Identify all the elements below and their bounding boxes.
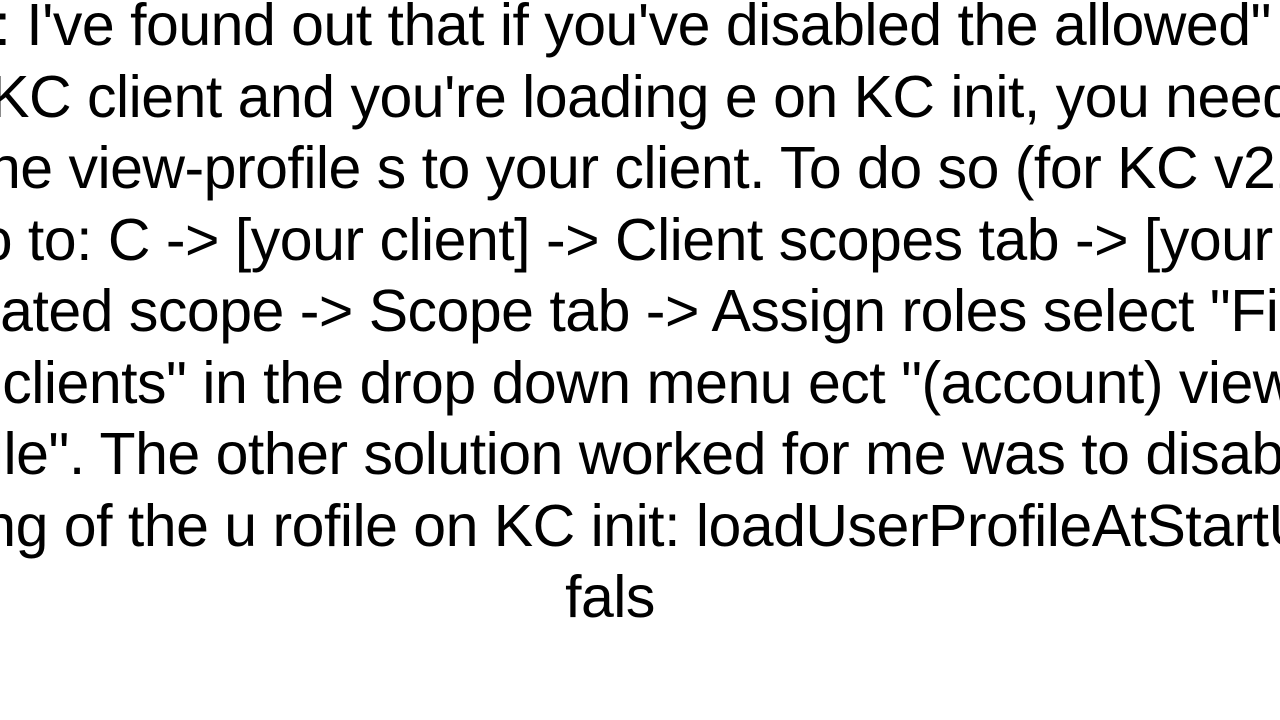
answer-text: ver 1: I've found out that if you've dis… [0,0,1280,634]
